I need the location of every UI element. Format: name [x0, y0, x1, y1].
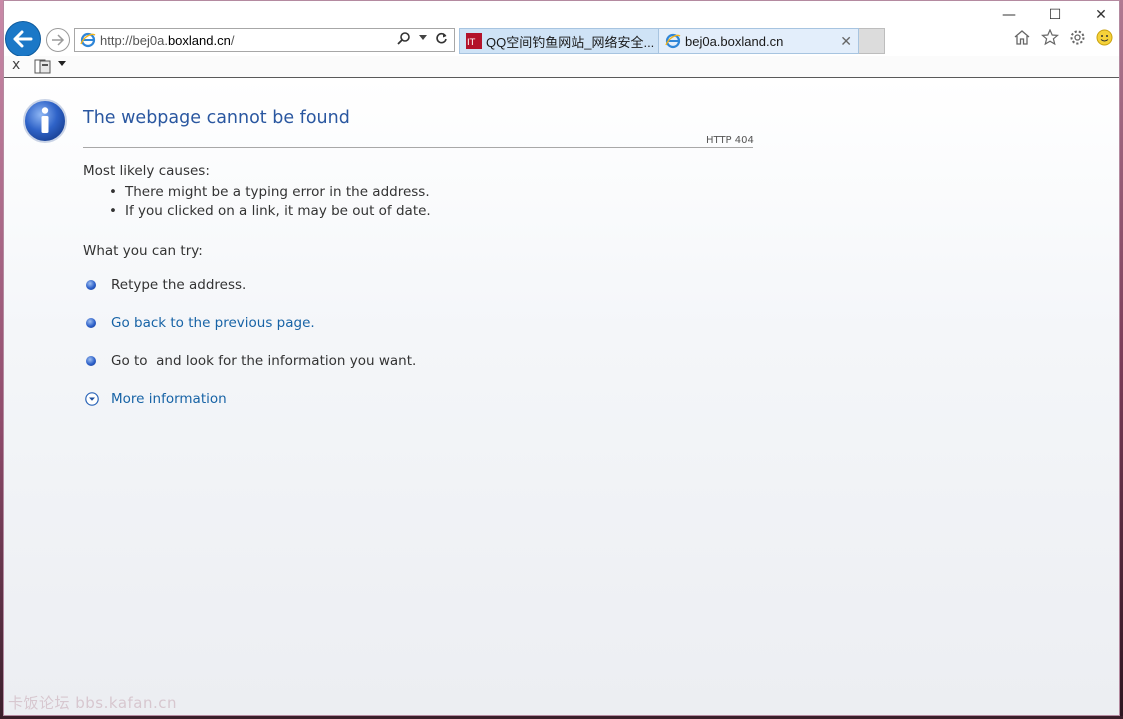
tab-title: QQ空间钓鱼网站_网络安全... — [486, 34, 655, 50]
tab-active[interactable]: bej0a.boxland.cn ✕ — [659, 28, 859, 54]
toolbar-icons — [1013, 29, 1113, 46]
dropdown-icon[interactable] — [419, 35, 427, 41]
bullet-icon — [86, 356, 96, 366]
chevron-down-icon[interactable] — [58, 61, 66, 66]
more-information-link[interactable]: More information — [111, 391, 227, 407]
ie-icon — [80, 32, 96, 48]
causes-list: There might be a typing error in the add… — [109, 183, 431, 221]
causes-heading: Most likely causes: — [83, 163, 210, 179]
go-back-link[interactable]: Go back to the previous page. — [111, 315, 315, 331]
cause-item: There might be a typing error in the add… — [109, 183, 431, 202]
svg-text:IT: IT — [467, 38, 476, 48]
close-bar-icon[interactable]: x — [12, 57, 20, 73]
compatibility-view-icon[interactable] — [34, 59, 52, 74]
maximize-icon[interactable]: ☐ — [1047, 7, 1063, 23]
home-icon[interactable] — [1013, 29, 1031, 46]
bullet-icon — [86, 318, 96, 328]
close-window-icon[interactable]: ✕ — [1093, 7, 1109, 23]
browser-chrome: http://bej0a.boxland.cn/ IT QQ空间钓鱼网站_网络安… — [4, 1, 1119, 78]
site-favicon: IT — [466, 33, 482, 49]
address-url[interactable]: http://bej0a.boxland.cn/ — [100, 33, 234, 48]
window-controls: — ☐ ✕ — [1001, 7, 1109, 23]
bullet-icon — [86, 280, 96, 290]
address-bar[interactable]: http://bej0a.boxland.cn/ — [74, 28, 455, 52]
cause-item: If you clicked on a link, it may be out … — [109, 202, 431, 221]
tab-title: bej0a.boxland.cn — [685, 33, 784, 49]
try-item-retype: Retype the address. — [86, 277, 246, 293]
close-tab-icon[interactable]: ✕ — [840, 33, 852, 50]
minimize-icon[interactable]: — — [1001, 7, 1017, 23]
page-title: The webpage cannot be found — [83, 108, 350, 128]
arrow-left-icon — [13, 30, 33, 48]
address-tools — [397, 31, 448, 45]
try-heading: What you can try: — [83, 243, 203, 259]
try-item-go-to: Go to and look for the information you w… — [86, 353, 416, 369]
more-information[interactable]: More information — [85, 391, 227, 407]
forward-button[interactable] — [46, 28, 70, 52]
expand-down-icon[interactable] — [85, 392, 99, 406]
refresh-icon[interactable] — [435, 32, 448, 45]
browser-window: http://bej0a.boxland.cn/ IT QQ空间钓鱼网站_网络安… — [3, 0, 1120, 716]
watermark: 卡饭论坛 bbs.kafan.cn — [8, 694, 178, 712]
http-status-code: HTTP 404 — [706, 135, 754, 146]
tab-qq-phishing[interactable]: IT QQ空间钓鱼网站_网络安全... — [459, 28, 659, 54]
back-button[interactable] — [5, 21, 41, 57]
arrow-right-icon — [52, 34, 65, 46]
title-divider — [83, 147, 753, 148]
smiley-icon[interactable] — [1096, 29, 1113, 46]
error-content: The webpage cannot be found HTTP 404 Mos… — [4, 78, 1119, 715]
star-icon[interactable] — [1041, 29, 1059, 46]
info-icon — [23, 99, 67, 143]
gear-icon[interactable] — [1069, 29, 1086, 46]
ie-icon — [665, 33, 681, 49]
command-bar: x — [4, 56, 1119, 78]
search-icon[interactable] — [397, 31, 411, 45]
try-item-go-back: Go back to the previous page. — [86, 315, 315, 331]
new-tab-button[interactable] — [859, 28, 885, 54]
